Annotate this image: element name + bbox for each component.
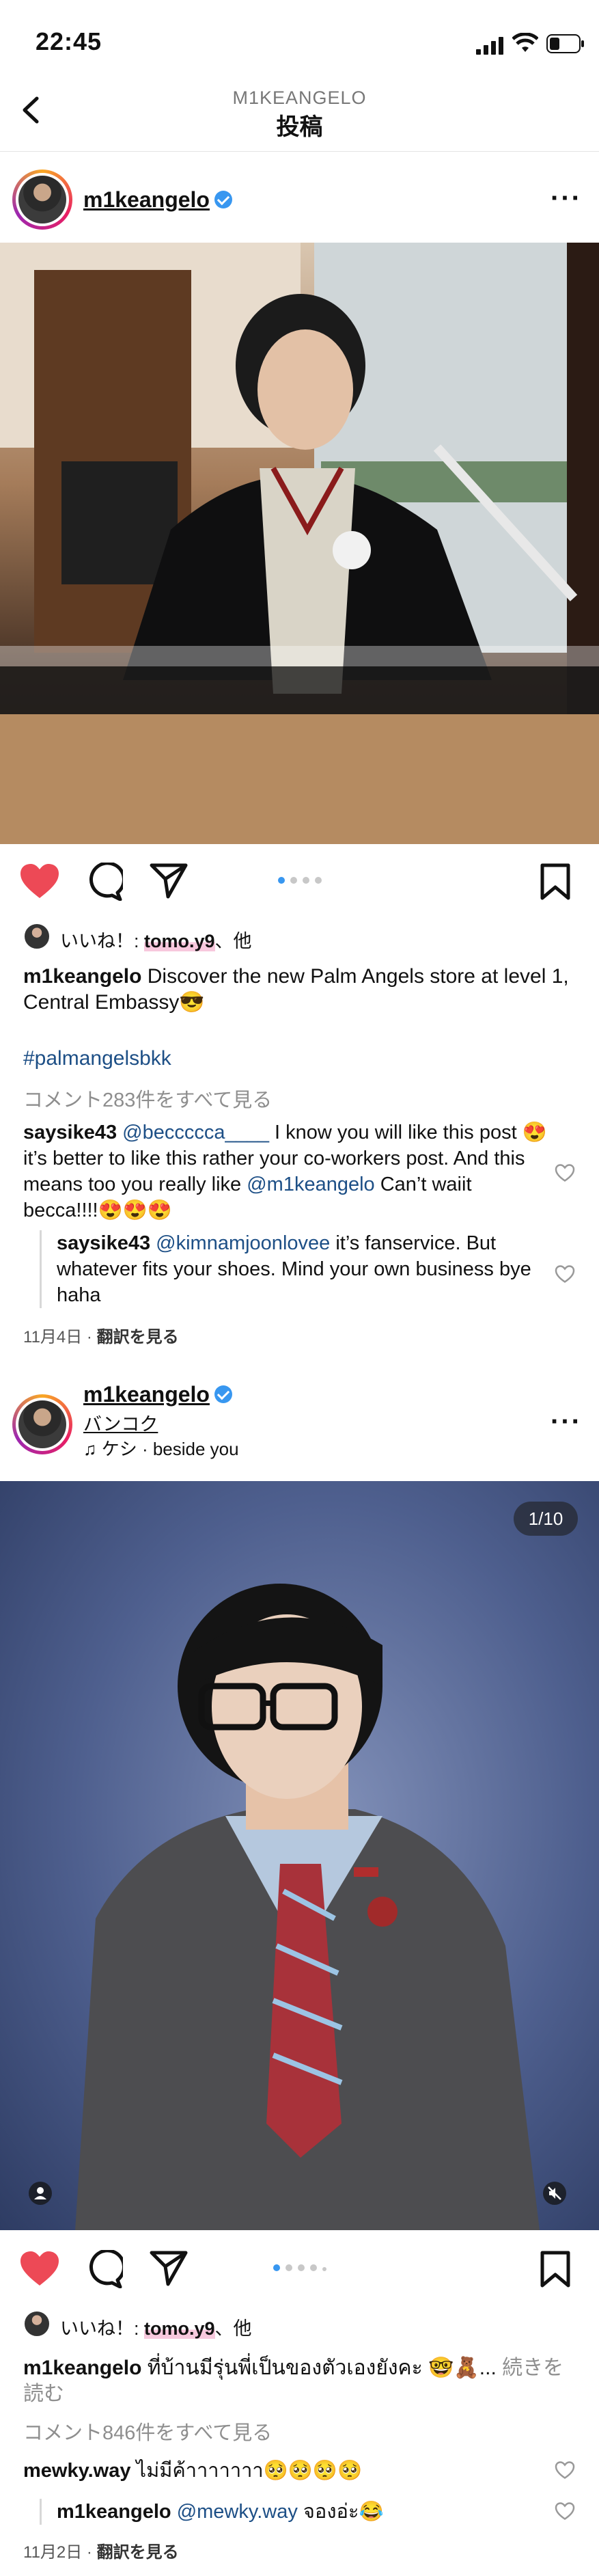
post-username[interactable]: m1keangelo <box>83 1382 210 1407</box>
verified-icon <box>214 191 232 208</box>
post-photo[interactable]: 1/10 <box>0 1481 599 2230</box>
post-caption: m1keangelo ที่บ้านมีรุ่นพี่เป็นของตัวเอง… <box>23 2355 576 2407</box>
reply-username[interactable]: saysike43 <box>57 1232 150 1254</box>
post-username[interactable]: m1keangelo <box>83 187 210 213</box>
post-music[interactable]: ♫ ケシ · beside you <box>83 1435 239 1461</box>
caption-username[interactable]: m1keangelo <box>23 2357 141 2379</box>
caption-text: ที่บ้านมีรุ่นพี่เป็นของตัวเองยังคะ 🤓🧸... <box>141 2357 503 2379</box>
comment: mewky.way ไม่มีค้าาาาาาา🥺🥺🥺🥺 <box>23 2458 549 2484</box>
liked-by-suffix: 、他 <box>214 931 252 951</box>
reply-text: จองอ่ะ😂 <box>297 2501 384 2523</box>
post-actions <box>0 2242 599 2296</box>
verified-icon <box>214 1385 232 1403</box>
nav-title: 投稿 <box>276 114 323 140</box>
liker-avatar <box>23 2310 51 2337</box>
status-time: 22:45 <box>36 27 102 55</box>
translate-link[interactable]: 翻訳を見る <box>97 2543 179 2562</box>
user-tag-icon[interactable] <box>29 2182 52 2205</box>
reply-mention[interactable]: @kimnamjoonlovee <box>156 1232 330 1254</box>
post-meta: 11月4日 · 翻訳を見る <box>23 1328 179 1346</box>
top-nav: M1KEANGELO 投稿 <box>0 82 599 152</box>
post-photo-illustration <box>75 1584 540 2230</box>
liked-by-user[interactable]: tomo.y9 <box>144 931 215 951</box>
bookmark-icon[interactable] <box>540 863 571 901</box>
carousel-dots <box>0 2262 599 2275</box>
music-title: ケシ · beside you <box>101 1439 239 1459</box>
comment-like-icon[interactable] <box>555 1163 575 1182</box>
more-icon[interactable]: ··· <box>551 183 582 214</box>
liker-avatar <box>23 923 51 950</box>
post-header: m1keangelo バンコク ♫ ケシ · beside you ··· <box>0 1372 599 1475</box>
comment-username[interactable]: mewky.way <box>23 2460 130 2482</box>
liked-by-user[interactable]: tomo.y9 <box>144 2318 215 2339</box>
reply-mention[interactable]: @mewky.way <box>177 2501 298 2523</box>
comment-reply: saysike43 @kimnamjoonlovee it’s fanservi… <box>40 1230 548 1308</box>
comment-mention[interactable]: @beccccca____ <box>122 1122 269 1143</box>
post-actions <box>0 854 599 909</box>
music-icon: ♫ <box>83 1439 102 1459</box>
carousel-dots <box>0 875 599 887</box>
mute-icon[interactable] <box>543 2182 566 2205</box>
wifi-icon <box>512 33 538 52</box>
post-date: 11月2日 <box>23 2543 83 2562</box>
post-date: 11月4日 <box>23 1328 83 1346</box>
post-header: m1keangelo ··· <box>0 153 599 249</box>
liked-by-prefix: いいね！: <box>60 931 145 951</box>
more-icon[interactable]: ··· <box>551 1407 582 1437</box>
post-caption: m1keangelo Discover the new Palm Angels … <box>23 964 576 1016</box>
liked-by-prefix: いいね！: <box>60 2318 145 2339</box>
comment-mention-2[interactable]: @m1keangelo <box>247 1174 374 1195</box>
view-all-comments[interactable]: コメント283件をすべて見る <box>23 1084 272 1113</box>
avatar[interactable] <box>12 170 72 230</box>
post-location[interactable]: バンコク <box>83 1409 158 1436</box>
status-bar: 22:45 <box>0 0 599 82</box>
reply-like-icon[interactable] <box>555 1264 575 1284</box>
post-photo-illustration <box>0 243 599 844</box>
comment-text: ไม่มีค้าาาาาาา🥺🥺🥺🥺 <box>130 2460 363 2482</box>
reply-username[interactable]: m1keangelo <box>57 2501 171 2523</box>
comment-username[interactable]: saysike43 <box>23 1122 117 1143</box>
post-meta: 11月2日 · 翻訳を見る <box>23 2543 179 2562</box>
avatar[interactable] <box>12 1394 72 1454</box>
liked-by-suffix: 、他 <box>214 2318 252 2339</box>
comment-reply: m1keangelo @mewky.way จองอ่ะ😂 <box>40 2499 548 2525</box>
view-all-comments[interactable]: コメント846件をすべて見る <box>23 2417 272 2445</box>
battery-icon <box>546 34 584 53</box>
bookmark-icon[interactable] <box>540 2250 571 2288</box>
translate-link[interactable]: 翻訳を見る <box>97 1328 179 1346</box>
comment: saysike43 @beccccca____ I know you will … <box>23 1120 549 1223</box>
hashtag[interactable]: #palmangelsbkk <box>23 1046 576 1072</box>
nav-username: M1KEANGELO <box>232 87 367 108</box>
post-photo[interactable] <box>0 243 599 844</box>
cell-signal-icon <box>476 37 503 55</box>
comment-like-icon[interactable] <box>555 2460 575 2480</box>
reply-like-icon[interactable] <box>555 2502 575 2521</box>
caption-username[interactable]: m1keangelo <box>23 965 141 988</box>
carousel-counter: 1/10 <box>514 1502 578 1536</box>
